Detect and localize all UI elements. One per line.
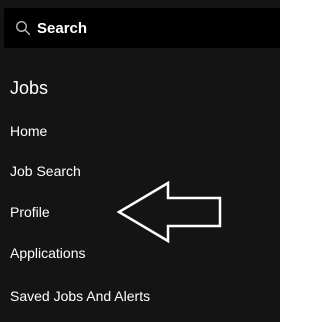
section-title-jobs: Jobs [10,78,49,98]
search-icon [16,21,31,36]
nav-item-applications[interactable]: Applications [10,244,86,262]
search-bar[interactable] [4,8,280,48]
left-arrow-icon [116,180,222,244]
nav-item-job-search[interactable]: Job Search [10,162,81,180]
nav-item-home[interactable]: Home [10,122,47,140]
nav-item-profile[interactable]: Profile [10,203,50,221]
navigation-menu: Jobs Home Job Search Profile Application… [0,0,280,322]
search-input[interactable] [37,17,267,39]
nav-item-saved-jobs-and-alerts[interactable]: Saved Jobs And Alerts [10,287,150,305]
